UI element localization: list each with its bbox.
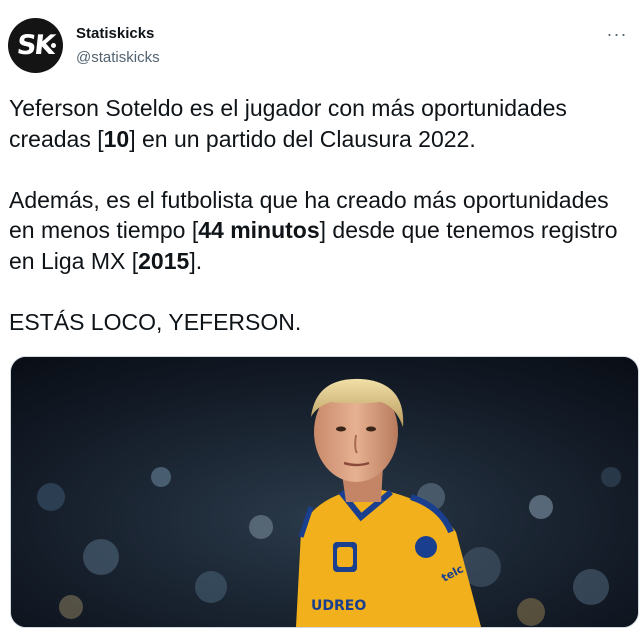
avatar[interactable]: SK [8, 18, 63, 73]
tweet-paragraph-2: Además, es el futbolista que ha creado m… [9, 185, 634, 277]
avatar-logo-dot [51, 43, 56, 48]
tweet-bold-number: 2015 [138, 247, 190, 274]
tweet-paragraph-3: ESTÁS LOCO, YEFERSON. [9, 308, 302, 335]
tweet-text-span: ] en un partido del Clausura 2022. [129, 125, 476, 152]
author-display-name[interactable]: Statiskicks [76, 25, 154, 42]
jersey-text: UDREO [311, 598, 366, 614]
tweet-text-span: ]. [189, 247, 203, 274]
tweet-text: Yeferson Soteldo es el jugador con más o… [9, 93, 634, 337]
tweet-paragraph-1: Yeferson Soteldo es el jugador con más o… [9, 93, 634, 154]
tweet-bold-number: 10 [103, 125, 130, 152]
more-options-icon[interactable]: ··· [602, 22, 632, 46]
avatar-logo-text: SK [15, 30, 56, 61]
author-handle[interactable]: @statiskicks [76, 49, 160, 66]
tweet-media-photo[interactable]: telc UDREO [10, 356, 639, 628]
sponsor-logo-icon [415, 536, 437, 558]
tweet-header: SK Statiskicks @statiskicks ··· [0, 0, 640, 90]
tweet-bold-number: 44 minutos [198, 217, 320, 243]
photo-player: telc UDREO [11, 357, 638, 627]
